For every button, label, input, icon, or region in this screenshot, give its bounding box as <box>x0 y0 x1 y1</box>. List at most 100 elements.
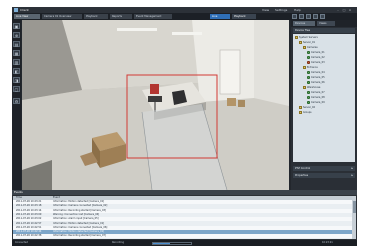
camera-video-view[interactable] <box>22 20 289 190</box>
layout-2x2-icon[interactable] <box>299 14 304 19</box>
tree-item[interactable]: Server_01 <box>299 41 315 45</box>
left-toolbar: ▣ ⊕ ▤ ▦ ▥ ◧ ◨ ▢ ⚙ <box>12 20 21 190</box>
folder-icon <box>303 66 306 69</box>
tree-item-label: System Servers <box>299 36 318 39</box>
camera-icon <box>307 101 310 104</box>
tree-item[interactable]: Server_02 <box>299 106 315 110</box>
tab-bar: Live View Camera 01 Overview Playback Re… <box>12 13 357 20</box>
tree-item[interactable]: Camera_06 <box>307 81 325 85</box>
tree-item[interactable]: Groups <box>299 111 312 115</box>
folder-icon <box>303 46 306 49</box>
tree-item[interactable]: Camera_07 <box>307 91 325 95</box>
layout-4x4-icon[interactable] <box>313 14 318 19</box>
playback-mode-button[interactable]: Playback <box>232 14 256 19</box>
tab-reports[interactable]: Reports <box>110 14 132 19</box>
settings-tool-icon[interactable]: ⚙ <box>13 98 20 104</box>
tab-views[interactable]: Views <box>317 21 335 26</box>
split-left-tool-icon[interactable]: ◧ <box>13 68 20 74</box>
layout-1x1-icon[interactable] <box>292 14 297 19</box>
tree-item-label: Camera_01 <box>311 51 325 54</box>
camera-icon <box>307 71 310 74</box>
tree-item-label: Entrance <box>307 66 318 69</box>
tree-item[interactable]: Camera_01 <box>307 51 325 55</box>
folder-icon <box>299 106 302 109</box>
device-tree-header: Device Tree <box>293 28 355 33</box>
folder-icon <box>303 86 306 89</box>
tree-item-label: Warehouse <box>307 86 321 89</box>
table-row[interactable]: 2011-07-26 10:22:38 Information: Recordin… <box>13 234 356 239</box>
tree-item[interactable]: Camera_05 <box>307 76 325 80</box>
tab-live-view[interactable]: Live View <box>14 14 40 19</box>
tree-item-label: Server_02 <box>303 106 316 109</box>
status-connection: Connected <box>15 241 28 244</box>
tree-item[interactable]: Camera_02 <box>307 56 325 60</box>
live-mode-button[interactable]: Live <box>210 14 230 19</box>
tree-item-label: Camera_03 <box>311 61 325 64</box>
tree-item[interactable]: Camera_08 <box>307 96 325 100</box>
camera-icon <box>307 61 310 64</box>
maximize-icon[interactable]: □ <box>342 8 346 12</box>
camera-icon <box>307 76 310 79</box>
device-tree[interactable]: System Servers Server_01 Cameras Camera_01 C… <box>293 34 355 162</box>
layout-3x3-icon[interactable] <box>306 14 311 19</box>
grid-tool-icon[interactable]: ▦ <box>13 50 20 56</box>
panel-tabs: Devices Views <box>291 20 357 27</box>
expand-icon: ▸ <box>351 166 353 170</box>
log-scrollbar[interactable] <box>352 196 356 239</box>
camera-icon <box>307 91 310 94</box>
status-time: 10:23:21 <box>322 241 333 244</box>
status-recording: Recording <box>112 241 124 244</box>
status-progress-bar <box>152 241 192 245</box>
tree-item-label: Groups <box>303 111 312 114</box>
folder-icon <box>299 41 302 44</box>
tab-playback[interactable]: Playback <box>84 14 108 19</box>
close-icon[interactable]: × <box>348 8 352 12</box>
zoom-tool-icon[interactable]: ⊕ <box>13 32 20 38</box>
tab-event-management[interactable]: Event Management <box>134 14 172 19</box>
status-progress-fill <box>153 242 171 244</box>
properties-label: Properties <box>295 174 309 177</box>
tree-item-label: Server_01 <box>303 41 316 44</box>
menu-help[interactable]: Help <box>294 8 301 12</box>
folder-icon <box>295 36 298 39</box>
tree-item-label: Camera_09 <box>311 101 325 104</box>
tree-item[interactable]: Warehouse <box>303 86 320 90</box>
log-scrollbar-thumb[interactable] <box>352 201 356 213</box>
tree-item[interactable]: Entrance <box>303 66 318 70</box>
ptz-control-label: PTZ Control <box>295 167 311 170</box>
tree-item-label: Camera_04 <box>311 71 325 74</box>
tree-item[interactable]: Camera_09 <box>307 101 325 105</box>
tree-item[interactable]: Cameras <box>303 46 318 50</box>
camera-icon <box>307 56 310 59</box>
status-bar: Connected Recording 10:23:21 <box>12 240 357 246</box>
minimize-icon[interactable]: – <box>336 8 340 12</box>
tab-devices[interactable]: Devices <box>293 21 315 26</box>
camera-frame-image <box>22 20 289 190</box>
fullscreen-icon[interactable] <box>320 14 325 19</box>
app-title: Client <box>20 8 29 12</box>
event-text: Information: Recording started [Camera_0… <box>53 234 106 238</box>
event-log-table[interactable]: Time Event 2011-07-26 10:23:21 Informatio… <box>13 196 356 239</box>
camera-icon <box>307 96 310 99</box>
tree-item-label: Cameras <box>307 46 318 49</box>
select-tool-icon[interactable]: ▣ <box>13 23 20 29</box>
properties-bar[interactable]: Properties ▸ <box>293 173 355 178</box>
events-header: Events <box>12 190 357 195</box>
folder-icon <box>299 111 302 114</box>
split-right-tool-icon[interactable]: ◨ <box>13 77 20 83</box>
tree-item-label: Camera_02 <box>311 56 325 59</box>
menu-view[interactable]: View <box>262 8 269 12</box>
tree-item[interactable]: Camera_03 <box>307 61 325 65</box>
events-panel: Events Time Event 2011-07-26 10:23:21 Inf… <box>12 190 357 240</box>
device-panel: Devices Views Device Tree System Servers… <box>291 20 357 190</box>
menu-settings[interactable]: Settings <box>275 8 287 12</box>
tree-item[interactable]: Camera_04 <box>307 71 325 75</box>
ptz-control-bar[interactable]: PTZ Control ▸ <box>293 166 355 171</box>
list-tool-icon[interactable]: ▥ <box>13 59 20 65</box>
frame-tool-icon[interactable]: ▢ <box>13 86 20 92</box>
camera-icon <box>307 81 310 84</box>
tree-item-label: Camera_05 <box>311 76 325 79</box>
tree-item[interactable]: System Servers <box>295 36 318 40</box>
tab-camera-overview[interactable]: Camera 01 Overview <box>42 14 82 19</box>
layout-tool-icon[interactable]: ▤ <box>13 41 20 47</box>
